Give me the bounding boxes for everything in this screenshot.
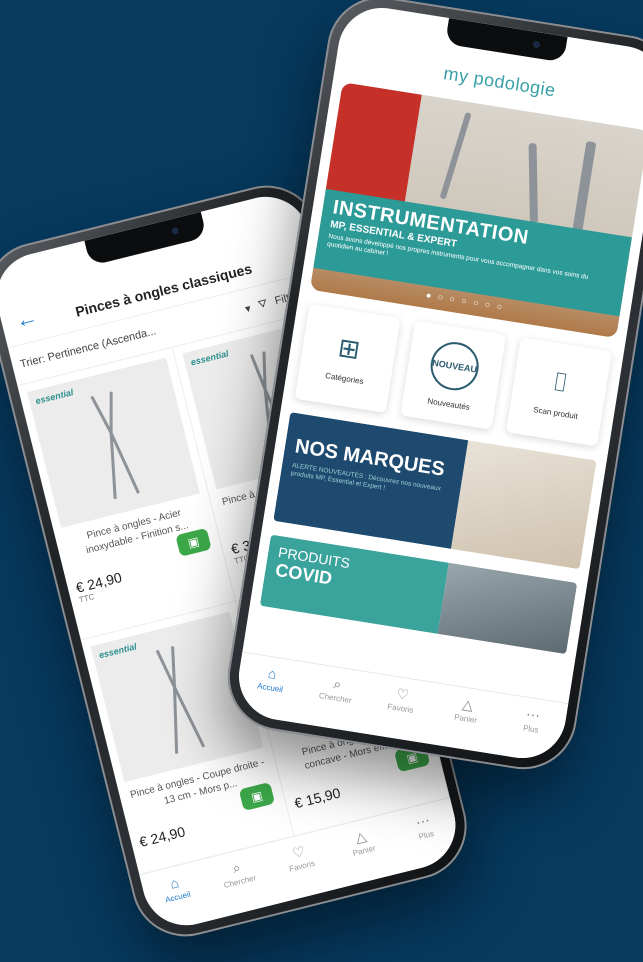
arrow-left-icon[interactable]: ← <box>13 302 48 334</box>
home-icon: ⌂ <box>168 874 181 892</box>
tab-accueil[interactable]: ⌂ Accueil <box>147 869 204 908</box>
nail-clipper-icon <box>90 391 140 500</box>
scissors-icon <box>439 111 472 200</box>
tab-label: Chercher <box>318 691 353 706</box>
brands-text-panel: NOS MARQUES ALERTE NOUVEAUTÉS : Découvre… <box>273 412 468 549</box>
tab-label: Favoris <box>386 701 415 715</box>
quick-link-label: Nouveautés <box>426 395 471 412</box>
covid-text-panel: PRODUITS COVID <box>259 534 449 634</box>
heart-icon: ♡ <box>395 685 411 704</box>
phone-right-screen: my podologie INSTRUMENTATION MP, ESSENTI… <box>232 1 643 765</box>
tab-plus[interactable]: ⋯ Plus <box>396 807 453 846</box>
home-icon: ⌂ <box>266 664 278 683</box>
tab-label: Plus <box>522 723 540 735</box>
tab-chercher[interactable]: ⌕ Chercher <box>309 672 365 707</box>
file-tool-icon <box>572 141 597 232</box>
tab-accueil[interactable]: ⌂ Accueil <box>244 662 300 697</box>
bag-icon: ▣ <box>186 534 201 551</box>
tab-favoris[interactable]: ♡ Favoris <box>374 682 430 717</box>
tab-label: Panier <box>453 712 478 726</box>
product-image: essential <box>27 357 200 528</box>
tab-favoris[interactable]: ♡ Favoris <box>271 838 328 877</box>
quick-link-categories[interactable]: ⊞ Catégories <box>294 303 401 413</box>
quick-link-scan[interactable]: ⌷ Scan produit <box>505 337 612 447</box>
tab-label: Accueil <box>164 889 192 905</box>
front-camera <box>170 226 180 236</box>
quick-link-label: Catégories <box>324 371 365 387</box>
scalpel-icon <box>528 143 538 224</box>
tab-label: Accueil <box>256 681 284 695</box>
filter-icon[interactable]: ⛛ <box>257 297 269 312</box>
camera-icon: ⌷ <box>550 365 571 398</box>
tab-plus[interactable]: ⋯ Plus <box>504 703 560 738</box>
tab-panier[interactable]: △ Panier <box>439 692 495 727</box>
tab-label: Chercher <box>222 873 258 890</box>
tab-chercher[interactable]: ⌕ Chercher <box>209 854 266 893</box>
quick-link-label: Scan produit <box>532 404 579 421</box>
promo-banner[interactable]: INSTRUMENTATION MP, ESSENTIAL & EXPERT N… <box>309 82 643 339</box>
chevron-down-icon[interactable]: ▾ <box>244 301 252 315</box>
quick-link-nouveautes[interactable]: NOUVEAU Nouveautés <box>400 320 507 430</box>
search-icon: ⌕ <box>332 675 343 693</box>
banner-decoration <box>325 82 422 204</box>
bag-icon: △ <box>461 695 475 714</box>
grid-icon: ⊞ <box>336 331 363 366</box>
phone-right: my podologie INSTRUMENTATION MP, ESSENTI… <box>220 0 643 777</box>
front-camera <box>532 40 541 49</box>
new-badge-icon: NOUVEAU <box>427 338 483 394</box>
more-icon: ⋯ <box>524 705 542 724</box>
tab-panier[interactable]: △ Panier <box>334 823 391 862</box>
search-icon: ⌕ <box>230 858 243 877</box>
bag-icon: ▣ <box>249 788 265 805</box>
tab-label: Panier <box>351 843 377 858</box>
covid-image <box>437 562 578 655</box>
tab-label: Favoris <box>288 858 316 874</box>
brands-image <box>450 440 597 570</box>
logo-text: my podologie <box>442 63 558 101</box>
